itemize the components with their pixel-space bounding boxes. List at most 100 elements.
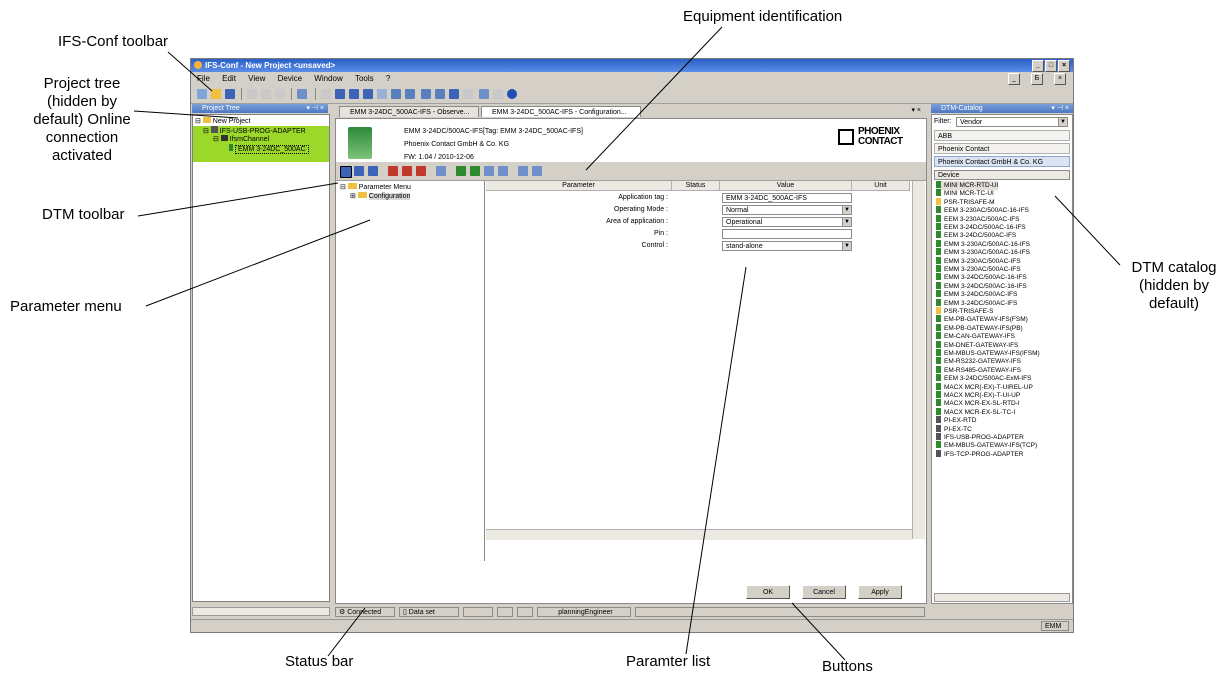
dtm-offline-icon[interactable] xyxy=(354,166,364,176)
refresh-icon[interactable] xyxy=(377,89,387,99)
save-icon[interactable] xyxy=(225,89,235,99)
mdi-restore-button[interactable]: Б xyxy=(1031,73,1043,85)
pin-close-icon[interactable]: ▾ ⊣ × xyxy=(1051,104,1069,113)
catalog-device-label: EEM 3-24DC/500AC-16-IFS xyxy=(944,224,1026,231)
menu-view[interactable]: View xyxy=(248,74,265,83)
control-select[interactable]: stand-alone ▼ xyxy=(722,241,852,251)
param-hscrollbar[interactable] xyxy=(486,529,912,540)
close-button[interactable]: × xyxy=(1058,60,1070,72)
vendor-phoenix-contact[interactable]: Phoenix Contact xyxy=(934,143,1070,154)
menu-window[interactable]: Window xyxy=(314,74,342,83)
catalog-device-label: MACX MCR(-EX)-T-UI-UP xyxy=(944,392,1021,399)
upload-icon[interactable] xyxy=(349,89,359,99)
bottom-strip: EMM xyxy=(191,619,1073,633)
menu-edit[interactable]: Edit xyxy=(222,74,236,83)
parameter-menu-panel: ⊟ Parameter Menu ⊞ Configuration xyxy=(336,181,485,561)
open-folder-icon[interactable] xyxy=(211,89,221,99)
search-icon[interactable] xyxy=(479,89,489,99)
ifs-conf-toolbar xyxy=(191,85,1073,104)
application-tag-field[interactable]: EMM 3-24DC_500AC-IFS xyxy=(722,193,852,203)
filter-select[interactable]: Vendor ▼ xyxy=(956,117,1068,127)
info-icon[interactable] xyxy=(507,89,517,99)
pin-field[interactable] xyxy=(722,229,852,239)
col-unit[interactable]: Unit xyxy=(852,181,910,191)
mdi-minimize-button[interactable]: _ xyxy=(1008,73,1020,85)
cancel-button[interactable]: Cancel xyxy=(802,585,846,599)
dtm-measure-icon[interactable] xyxy=(470,166,480,176)
cut-icon[interactable] xyxy=(247,89,257,99)
tab-observe[interactable]: EMM 3-24DC_500AC-IFS - Observe... xyxy=(339,106,479,117)
dtm-store-icon[interactable] xyxy=(416,166,426,176)
catalog-device-item[interactable]: IFS-TCP-PROG-ADAPTER xyxy=(936,449,1023,459)
parameter-p-icon[interactable] xyxy=(391,89,401,99)
tree-item-new-project[interactable]: ⊟ New Project xyxy=(195,117,251,126)
area-of-application-select[interactable]: Operational ▼ xyxy=(722,217,852,227)
dtm-compare-icon[interactable] xyxy=(368,166,378,176)
window-title: IFS-Conf - New Project <unsaved> xyxy=(205,61,336,70)
ok-button[interactable]: OK xyxy=(746,585,790,599)
operating-mode-select[interactable]: Normal ▼ xyxy=(722,205,852,215)
dtm-edit-icon[interactable] xyxy=(436,166,446,176)
download-icon[interactable] xyxy=(363,89,373,99)
mdi-close-button[interactable]: × xyxy=(1054,73,1066,85)
menu-device[interactable]: Device xyxy=(278,74,302,83)
wand-icon[interactable] xyxy=(449,89,459,99)
catalog-hscrollbar[interactable] xyxy=(934,593,1070,602)
status-cell-empty-2 xyxy=(497,607,513,617)
tree-item-device[interactable]: EMM 3-24DC_500AC xyxy=(229,144,309,154)
dtm-settings-icon[interactable] xyxy=(498,166,508,176)
catalog-device-label: PI-EX-RTD xyxy=(944,417,977,425)
dtm-network-icon[interactable] xyxy=(484,166,494,176)
chevron-down-icon[interactable]: ▼ xyxy=(842,206,851,214)
col-parameter[interactable]: Parameter xyxy=(486,181,672,191)
new-project-icon[interactable] xyxy=(197,89,207,99)
menu-help[interactable]: ? xyxy=(386,74,390,83)
dtm-diagnosis-icon[interactable] xyxy=(456,166,466,176)
chevron-down-icon[interactable]: ▼ xyxy=(1058,118,1067,126)
col-value[interactable]: Value xyxy=(720,181,852,191)
catalog-device-label: EEM 3-230AC/500AC-16-IFS xyxy=(944,207,1029,215)
compare-c-minus-icon[interactable] xyxy=(435,89,445,99)
play-icon[interactable] xyxy=(321,89,331,99)
device-column-header[interactable]: Device xyxy=(934,170,1070,180)
paste-icon[interactable] xyxy=(275,89,285,99)
tab-strip: EMM 3-24DC_500AC-IFS - Observe... EMM 3-… xyxy=(335,104,927,118)
dtm-info-icon[interactable] xyxy=(532,166,542,176)
menu-tools[interactable]: Tools xyxy=(355,74,374,83)
maximize-button[interactable]: □ xyxy=(1045,60,1057,72)
title-bar: IFS-Conf - New Project <unsaved> _ □ × xyxy=(191,59,1073,72)
copy-icon[interactable] xyxy=(261,89,271,99)
compare-c-icon[interactable] xyxy=(421,89,431,99)
parameter-p-minus-icon[interactable] xyxy=(405,89,415,99)
tab-configuration[interactable]: EMM 3-24DC_500AC-IFS - Configuration... xyxy=(481,106,641,117)
layout-icon[interactable] xyxy=(297,89,307,99)
col-status[interactable]: Status xyxy=(672,181,720,191)
menu-file[interactable]: File xyxy=(197,74,210,83)
chevron-down-icon[interactable]: ▼ xyxy=(842,242,851,250)
device-icon xyxy=(936,332,941,340)
catalog-device-label: EMM 3-24DC/500AC-IFS xyxy=(944,291,1018,299)
param-vscrollbar[interactable] xyxy=(912,181,925,539)
pause-icon[interactable] xyxy=(335,89,345,99)
tools-icon[interactable] xyxy=(463,89,473,99)
tree-parameter-menu[interactable]: ⊟ Parameter Menu xyxy=(340,183,411,192)
apply-button[interactable]: Apply xyxy=(858,585,902,599)
dtm-online-icon[interactable] xyxy=(340,166,352,178)
dtm-print-icon[interactable] xyxy=(518,166,528,176)
tree-item-channel[interactable]: ⊟ IfsmChannel xyxy=(213,135,269,144)
dtm-catalog-header: DTM-Catalog ▾ ⊣ × xyxy=(931,104,1073,113)
vendor-phoenix-contact-gmbh[interactable]: Phoenix Contact GmbH & Co. KG xyxy=(934,156,1070,167)
minimize-button[interactable]: _ xyxy=(1032,60,1044,72)
tree-configuration[interactable]: ⊞ Configuration xyxy=(350,192,411,201)
dtm-write-icon[interactable] xyxy=(402,166,412,176)
dtm-read-icon[interactable] xyxy=(388,166,398,176)
pin-close-icon[interactable]: ▾ ⊣ × xyxy=(306,104,324,113)
device-icon xyxy=(936,449,941,457)
chevron-down-icon[interactable]: ▼ xyxy=(842,218,851,226)
vendor-abb[interactable]: ABB xyxy=(934,130,1070,141)
catalog-device-label: PI-EX-TC xyxy=(944,425,972,433)
device-icon xyxy=(936,374,941,382)
tab-close-icon[interactable]: ▾ × xyxy=(911,106,921,114)
print-icon[interactable] xyxy=(493,89,503,99)
connection-status: ⚙ Connected xyxy=(335,607,395,617)
